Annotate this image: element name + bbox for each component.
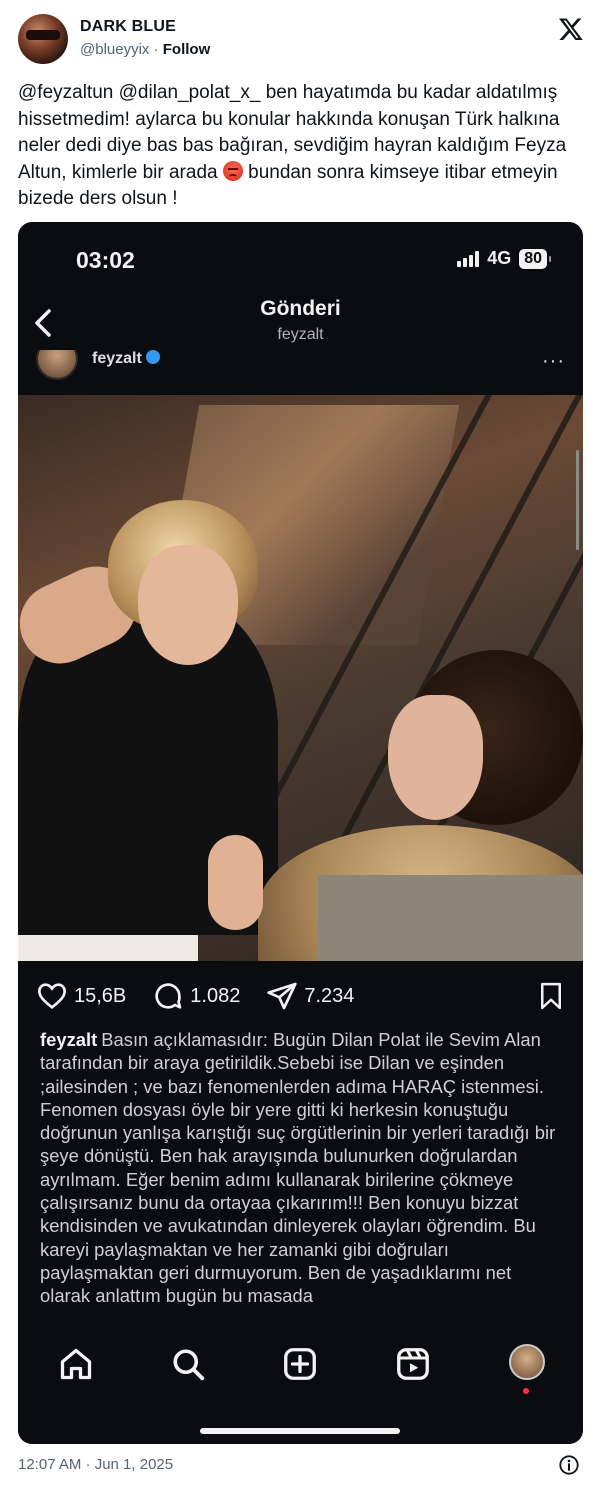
signal-icon	[457, 250, 480, 267]
author-handle[interactable]: @blueyyix	[80, 41, 149, 58]
bottom-nav	[18, 1326, 583, 1444]
embedded-screenshot[interactable]: 03:02 4G 80 Gönderi feyzalt feyzalt ···	[18, 222, 583, 1444]
post-photo[interactable]	[18, 395, 583, 961]
person-right-face	[388, 695, 483, 820]
caption-text: Basın açıklamasıdır: Bugün Dilan Polat i…	[40, 1029, 556, 1307]
post-header: feyzalt ···	[18, 350, 583, 380]
profile-avatar[interactable]	[509, 1344, 545, 1380]
info-icon[interactable]	[558, 1454, 580, 1476]
status-indicators: 4G 80	[457, 248, 551, 269]
post-username[interactable]: feyzalt	[92, 350, 160, 368]
status-time: 03:02	[76, 247, 135, 273]
comment-icon	[155, 983, 182, 1009]
separator: ·	[149, 41, 163, 58]
home-icon[interactable]	[58, 1346, 94, 1382]
x-logo-icon[interactable]	[558, 16, 584, 42]
more-options-icon[interactable]: ···	[542, 350, 565, 373]
angry-face-icon	[222, 160, 243, 181]
author-handle-line: @blueyyix · Follow	[80, 41, 210, 58]
author-name[interactable]: DARK BLUE	[80, 18, 176, 36]
post-actions: 15,6B 1.082 7.234	[36, 978, 566, 1014]
person-right-coat	[318, 875, 583, 961]
like-count: 15,6B	[74, 984, 127, 1007]
hand-shape	[208, 835, 263, 930]
comment-button[interactable]: 1.082	[152, 980, 240, 1012]
home-indicator[interactable]	[200, 1428, 400, 1434]
notification-dot	[523, 1388, 529, 1394]
create-post-icon[interactable]	[282, 1346, 318, 1382]
follow-button[interactable]: Follow	[163, 41, 211, 58]
tweet-timestamp[interactable]: 12:07 AM · Jun 1, 2025	[18, 1456, 173, 1473]
send-icon	[267, 982, 297, 1010]
tweet-header: DARK BLUE @blueyyix · Follow	[18, 12, 584, 68]
network-label: 4G	[487, 248, 512, 268]
nav-title: Gönderi	[260, 297, 341, 320]
verified-badge-icon	[145, 350, 160, 364]
post-avatar[interactable]	[36, 350, 78, 380]
nav-subtitle: feyzalt	[277, 326, 324, 343]
author-avatar[interactable]	[18, 14, 68, 64]
reels-icon[interactable]	[395, 1346, 431, 1382]
heart-icon	[37, 983, 67, 1010]
person-left-face	[138, 545, 238, 665]
bookmark-icon[interactable]	[536, 980, 566, 1012]
post-caption: feyzalt Basın açıklamasıdır: Bugün Dilan …	[40, 1028, 565, 1328]
like-button[interactable]: 15,6B	[36, 980, 126, 1012]
share-button[interactable]: 7.234	[266, 980, 354, 1012]
search-icon[interactable]	[170, 1346, 206, 1382]
scrollbar[interactable]	[576, 450, 579, 550]
caption-username[interactable]: feyzalt	[40, 1029, 97, 1050]
battery-icon: 80	[519, 248, 551, 269]
share-count: 7.234	[304, 984, 355, 1007]
tweet-text: @feyzaltun @dilan_polat_x_ ben hayatımda…	[18, 80, 584, 213]
comment-count: 1.082	[190, 984, 241, 1007]
